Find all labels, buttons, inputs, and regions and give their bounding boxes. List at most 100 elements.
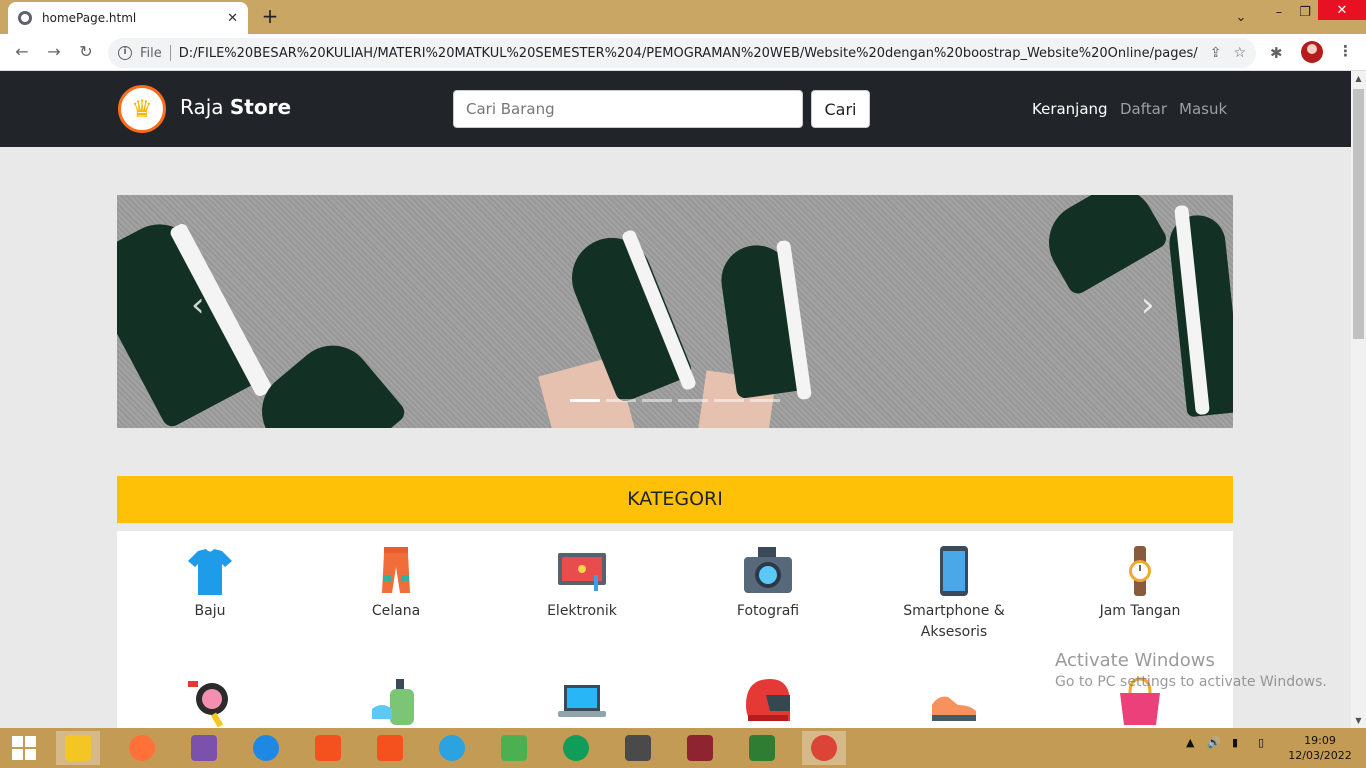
banner-carousel: ‹ › xyxy=(117,195,1233,428)
winrar-button[interactable] xyxy=(678,731,722,765)
cosmetics-icon xyxy=(184,675,236,728)
visual-studio-button[interactable] xyxy=(182,731,226,765)
more-menu-icon[interactable]: ⋮ xyxy=(1338,42,1353,60)
carousel-next-button[interactable]: › xyxy=(1141,285,1155,325)
store-icon xyxy=(749,735,775,761)
bookmark-star-icon[interactable]: ☆ xyxy=(1233,45,1246,61)
category-item-jam-tangan[interactable]: Jam Tangan xyxy=(1065,545,1215,622)
chrome-button[interactable] xyxy=(802,731,846,765)
carousel-indicator[interactable] xyxy=(642,399,672,402)
carousel-indicator[interactable] xyxy=(570,399,600,402)
category-item-kosmetik[interactable] xyxy=(135,675,285,728)
restore-button[interactable]: ❐ xyxy=(1292,0,1318,24)
telegram-button[interactable] xyxy=(430,731,474,765)
info-icon[interactable]: i xyxy=(118,46,132,60)
category-item-sepatu[interactable] xyxy=(879,675,1029,728)
browser-tab[interactable]: homePage.html ✕ xyxy=(8,2,248,34)
url-text[interactable]: D:/FILE%20BESAR%20KULIAH/MATERI%20MATKUL… xyxy=(179,46,1198,61)
file-explorer-button[interactable] xyxy=(56,731,100,765)
edge-button[interactable] xyxy=(554,731,598,765)
carousel-indicator[interactable] xyxy=(750,399,780,402)
start-button[interactable] xyxy=(2,731,46,765)
share-icon[interactable]: ⇪ xyxy=(1210,45,1222,61)
page-viewport: ♛ Raja Store Cari Keranjang Daftar Masuk… xyxy=(0,71,1351,728)
address-scheme-label: File xyxy=(140,45,162,61)
page-scrollbar[interactable]: ▲ ▼ xyxy=(1351,71,1366,728)
firefox-icon xyxy=(129,735,155,761)
category-item-otomotif[interactable] xyxy=(693,675,843,728)
screenshot-app-button[interactable] xyxy=(306,731,350,765)
extensions-icon[interactable]: ✱ xyxy=(1270,44,1283,62)
new-tab-button[interactable]: + xyxy=(258,4,282,28)
screenshot-icon xyxy=(315,735,341,761)
scroll-up-arrow[interactable]: ▲ xyxy=(1351,74,1366,83)
category-item-elektronik[interactable]: Elektronik xyxy=(507,545,657,622)
sublime-text-icon xyxy=(625,735,651,761)
category-item-celana[interactable]: Celana xyxy=(321,545,471,622)
brand-name[interactable]: Raja Store xyxy=(180,95,291,119)
volume-icon[interactable]: 🔊 xyxy=(1207,736,1221,749)
visual-studio-icon xyxy=(191,735,217,761)
helmet-icon xyxy=(742,675,794,727)
virtualbox-button[interactable] xyxy=(492,731,536,765)
category-item-baju[interactable]: Baju xyxy=(135,545,285,622)
nav-link-keranjang[interactable]: Keranjang xyxy=(1032,100,1108,118)
carousel-indicator[interactable] xyxy=(678,399,708,402)
forward-button[interactable]: → xyxy=(44,42,64,62)
category-item-fotografi[interactable]: Fotografi xyxy=(693,545,843,622)
carousel-prev-button[interactable]: ‹ xyxy=(191,285,205,325)
battery-icon[interactable]: ▯ xyxy=(1258,736,1264,749)
profile-avatar[interactable] xyxy=(1301,41,1323,63)
smartphone-icon xyxy=(928,545,980,597)
carousel-indicator[interactable] xyxy=(714,399,744,402)
category-label: Celana xyxy=(371,603,421,619)
telegram-icon xyxy=(439,735,465,761)
nav-link-masuk[interactable]: Masuk xyxy=(1179,100,1227,118)
reload-button[interactable]: ↻ xyxy=(76,42,96,62)
internet-explorer-icon xyxy=(253,735,279,761)
firefox-button[interactable] xyxy=(120,731,164,765)
sanitizer-icon xyxy=(370,675,422,727)
minimize-button[interactable]: – xyxy=(1266,0,1292,24)
sublime-text-button[interactable] xyxy=(616,731,660,765)
category-item-komputer[interactable] xyxy=(507,675,657,728)
scroll-down-arrow[interactable]: ▼ xyxy=(1351,716,1366,725)
clock-time: 19:09 xyxy=(1304,734,1336,747)
category-label: Elektronik xyxy=(547,603,617,619)
taskbar-clock[interactable]: 19:09 12/03/2022 xyxy=(1288,733,1352,763)
watch-icon xyxy=(1114,545,1166,597)
network-icon[interactable]: ▮ xyxy=(1232,736,1238,749)
camera-app-button[interactable] xyxy=(368,731,412,765)
carousel-indicator[interactable] xyxy=(606,399,636,402)
windows-taskbar: ▲ 🔊 ▮ ▯ 19:09 12/03/2022 xyxy=(0,728,1366,768)
sneaker-icon xyxy=(928,675,980,727)
scrollbar-thumb[interactable] xyxy=(1353,89,1364,339)
tab-close-button[interactable]: ✕ xyxy=(227,11,238,26)
store-button[interactable] xyxy=(740,731,784,765)
search-button[interactable]: Cari xyxy=(811,90,870,128)
nav-link-daftar[interactable]: Daftar xyxy=(1120,100,1167,118)
clock-date: 12/03/2022 xyxy=(1288,749,1352,762)
category-label: Fotografi xyxy=(736,603,800,619)
category-label: Jam Tangan xyxy=(1099,603,1181,619)
search-input[interactable] xyxy=(453,90,803,128)
virtualbox-icon xyxy=(501,735,527,761)
windows-icon xyxy=(12,736,36,760)
address-bar[interactable]: i File D:/FILE%20BESAR%20KULIAH/MATERI%2… xyxy=(108,38,1256,68)
close-window-button[interactable]: ✕ xyxy=(1318,0,1366,20)
brand-logo[interactable]: ♛ xyxy=(118,85,166,133)
category-item-smartphone[interactable]: Smartphone & Aksesoris xyxy=(879,545,1029,643)
brand-name-second: Store xyxy=(229,95,292,119)
tab-search-icon[interactable]: ⌄ xyxy=(1228,5,1254,29)
site-navbar: ♛ Raja Store Cari Keranjang Daftar Masuk xyxy=(0,71,1351,147)
category-item-tas[interactable] xyxy=(1065,675,1215,728)
globe-icon xyxy=(18,11,32,25)
tray-expand-icon[interactable]: ▲ xyxy=(1186,736,1194,749)
category-label: Smartphone & Aksesoris xyxy=(903,603,1005,640)
category-item-perawatan[interactable] xyxy=(321,675,471,728)
back-button[interactable]: ← xyxy=(12,42,32,62)
internet-explorer-button[interactable] xyxy=(244,731,288,765)
crown-icon: ♛ xyxy=(131,95,153,123)
monitor-icon xyxy=(556,545,608,597)
winrar-icon xyxy=(687,735,713,761)
